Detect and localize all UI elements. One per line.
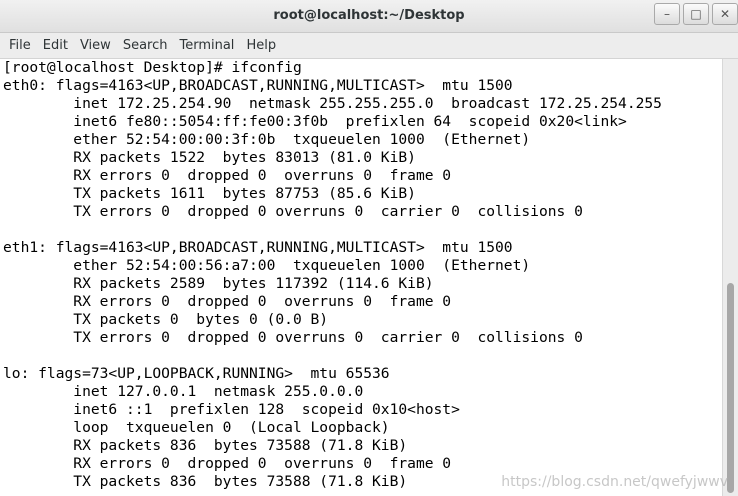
menu-edit[interactable]: Edit — [38, 38, 73, 53]
terminal-line: loop txqueuelen 0 (Local Loopback) — [3, 419, 390, 436]
close-icon: ✕ — [719, 7, 731, 21]
window-title: root@localhost:~/Desktop — [273, 8, 465, 23]
menu-file[interactable]: File — [4, 38, 36, 53]
terminal-line: RX packets 1522 bytes 83013 (81.0 KiB) — [3, 149, 416, 166]
menu-view[interactable]: View — [75, 38, 116, 53]
scrollbar-thumb[interactable] — [727, 283, 734, 493]
minimize-icon: – — [664, 7, 670, 21]
terminal-text: [root@localhost Desktop]# ifconfig eth0: … — [0, 59, 722, 491]
terminal-line: TX errors 0 dropped 0 overruns 0 carrier… — [3, 203, 583, 220]
terminal-line: lo: flags=73<UP,LOOPBACK,RUNNING> mtu 65… — [3, 365, 390, 382]
vertical-scrollbar[interactable] — [722, 59, 738, 496]
terminal-line: TX packets 1611 bytes 87753 (85.6 KiB) — [3, 185, 416, 202]
terminal-line: eth1: flags=4163<UP,BROADCAST,RUNNING,MU… — [3, 239, 513, 256]
menu-terminal[interactable]: Terminal — [174, 38, 239, 53]
watermark: https://blog.csdn.net/qwefyjwwv — [501, 474, 728, 490]
maximize-button[interactable]: □ — [683, 3, 709, 25]
terminal-line: RX errors 0 dropped 0 overruns 0 frame 0 — [3, 455, 452, 472]
terminal-line: TX packets 0 bytes 0 (0.0 B) — [3, 311, 329, 328]
terminal-line: RX errors 0 dropped 0 overruns 0 frame 0 — [3, 167, 452, 184]
window-controls: – □ ✕ — [651, 3, 738, 27]
minimize-button[interactable]: – — [654, 3, 680, 25]
terminal-line: eth0: flags=4163<UP,BROADCAST,RUNNING,MU… — [3, 77, 513, 94]
menu-bar: File Edit View Search Terminal Help — [0, 33, 738, 59]
terminal-line: inet 127.0.0.1 netmask 255.0.0.0 — [3, 383, 364, 400]
terminal-line: RX packets 2589 bytes 117392 (114.6 KiB) — [3, 275, 434, 292]
close-button[interactable]: ✕ — [712, 3, 738, 25]
menu-search[interactable]: Search — [118, 38, 173, 53]
terminal-line: ether 52:54:00:56:a7:00 txqueuelen 1000 … — [3, 257, 531, 274]
terminal-line: [root@localhost Desktop]# ifconfig — [3, 59, 302, 76]
terminal-line: ether 52:54:00:00:3f:0b txqueuelen 1000 … — [3, 131, 531, 148]
terminal-line: inet6 fe80::5054:ff:fe00:3f0b prefixlen … — [3, 113, 627, 130]
terminal-line: RX errors 0 dropped 0 overruns 0 frame 0 — [3, 293, 452, 310]
terminal-output[interactable]: [root@localhost Desktop]# ifconfig eth0: … — [0, 59, 722, 496]
terminal-line: inet6 ::1 prefixlen 128 scopeid 0x10<hos… — [3, 401, 460, 418]
terminal-window: root@localhost:~/Desktop – □ ✕ File Edit… — [0, 0, 738, 496]
maximize-icon: □ — [690, 7, 702, 21]
terminal-line: TX errors 0 dropped 0 overruns 0 carrier… — [3, 329, 583, 346]
terminal-line: RX packets 836 bytes 73588 (71.8 KiB) — [3, 437, 408, 454]
terminal-line: inet 172.25.254.90 netmask 255.255.255.0… — [3, 95, 662, 112]
title-bar[interactable]: root@localhost:~/Desktop – □ ✕ — [0, 0, 738, 33]
menu-help[interactable]: Help — [241, 38, 281, 53]
